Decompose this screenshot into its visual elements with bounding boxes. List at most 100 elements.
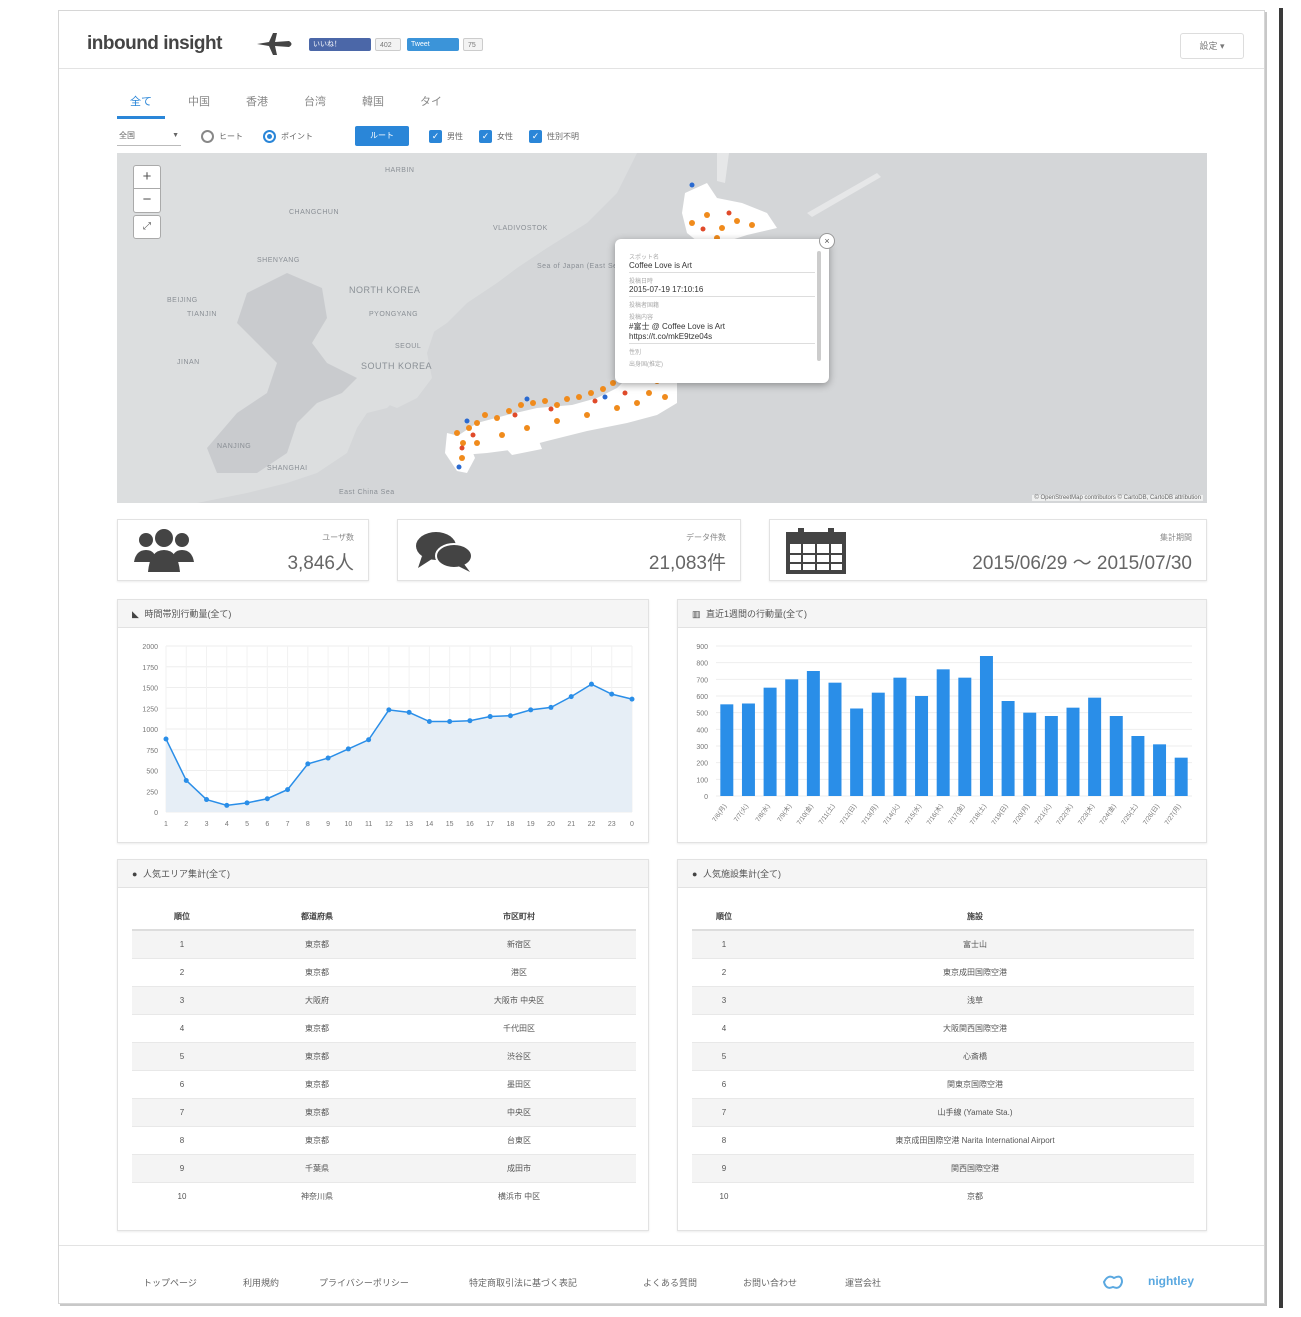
checkbox-unknown-label: 性別不明 (547, 132, 579, 141)
footer-link-contact[interactable]: お問い合わせ (743, 1276, 797, 1289)
table-row: 9 関西国際空港 (692, 1153, 1194, 1182)
tweet-button[interactable]: Tweet (407, 38, 459, 51)
table-cell: 千葉県 (232, 1153, 402, 1182)
x-tick-label: 23 (608, 821, 616, 828)
table-row: 8 東京都 台東区 (132, 1125, 636, 1154)
footer-link-top[interactable]: トップページ (143, 1276, 197, 1289)
table-row: 2 東京成田国際空港 (692, 957, 1194, 986)
map-label-tianjin: TIANJIN (187, 311, 217, 318)
zoom-in-button[interactable]: + (133, 165, 161, 189)
footer-link-tokushoho[interactable]: 特定商取引法に基づく表記 (469, 1276, 577, 1289)
table-cell: 東京都 (232, 1013, 402, 1042)
table-cell: 東京都 (232, 1041, 402, 1070)
x-tick-label: 22 (588, 821, 596, 828)
popup-scrollbar[interactable] (817, 251, 821, 361)
hourly-panel-header: ◣ 時間帯別行動量(全て) (118, 600, 648, 628)
map-label-south-korea: SOUTH KOREA (361, 361, 433, 371)
zoom-out-button[interactable]: − (133, 189, 161, 213)
popup-caption-gender: 性別 (629, 350, 642, 356)
map-label-beijing: BEIJING (167, 297, 198, 304)
x-tick-label: 7/14(火) (882, 803, 901, 826)
data-count-value: 21,083件 (648, 553, 726, 574)
y-tick-label: 400 (696, 727, 708, 734)
tab-taiwan[interactable]: 台湾 (291, 89, 339, 119)
y-tick-label: 500 (696, 711, 708, 718)
x-tick-label: 7/16(木) (924, 802, 945, 826)
radio-point[interactable] (263, 130, 276, 143)
radio-heat[interactable] (201, 130, 214, 143)
table-cell: 東京成田国際空港 (756, 957, 1194, 986)
table-cell: 2 (132, 957, 232, 986)
table-cell: 山手線 (Yamate Sta.) (756, 1097, 1194, 1126)
x-tick-label: 15 (446, 821, 454, 828)
daily-panel: ▥ 直近1週間の行動量(全て) 0 100 200 300 400 500 600 700 80… (677, 599, 1207, 843)
tab-thailand[interactable]: タイ (407, 89, 455, 119)
region-select-value: 全国 (119, 131, 135, 140)
data-point (204, 797, 210, 803)
data-point (548, 704, 554, 710)
area-panel-title: 人気エリア集計(全て) (142, 869, 230, 879)
x-tick-label: 1 (164, 821, 168, 828)
bar (828, 682, 842, 796)
tab-hongkong[interactable]: 香港 (233, 89, 281, 119)
facility-panel-title: 人気施設集計(全て) (702, 869, 781, 879)
table-cell: 9 (132, 1153, 232, 1182)
data-point (305, 761, 311, 767)
close-icon[interactable]: × (819, 233, 835, 249)
users-card: ユーザ数 3,846人 (117, 519, 369, 581)
footer-link-privacy[interactable]: プライバシーポリシー (319, 1276, 409, 1289)
checkbox-male[interactable]: ✓ (429, 130, 442, 143)
table-cell: 墨田区 (402, 1069, 636, 1098)
table-cell: 4 (692, 1013, 756, 1042)
data-point (163, 736, 169, 742)
region-select[interactable]: 全国 ▼ (117, 126, 181, 146)
map-marker-icon: ● (132, 869, 138, 879)
page-frame: inbound insight いいね！ 402 Tweet 75 設定 ▾ 全… (58, 10, 1265, 1304)
table-row: 4 大阪関西国際空港 (692, 1013, 1194, 1042)
land-sakhalin (717, 153, 729, 183)
footer-link-faq[interactable]: よくある質問 (643, 1276, 697, 1289)
facebook-like-button[interactable]: いいね！ (309, 38, 371, 51)
tab-china[interactable]: 中国 (175, 89, 223, 119)
map-label-seoul: SEOUL (395, 343, 422, 350)
checkbox-female[interactable]: ✓ (479, 130, 492, 143)
table-row: 5 東京都 渋谷区 (132, 1041, 636, 1070)
route-button[interactable]: ルート (355, 126, 409, 146)
tab-korea[interactable]: 韓国 (349, 89, 397, 119)
logo[interactable]: inbound insight (87, 33, 222, 55)
data-point (264, 796, 270, 802)
x-tick-label: 7/6(月) (711, 803, 729, 824)
table-row: 5 心斎橋 (692, 1041, 1194, 1070)
table-row: 10 神奈川県 横浜市 中区 (132, 1181, 636, 1210)
x-tick-label: 8 (306, 821, 310, 828)
fullscreen-button[interactable]: ⤢ (133, 215, 161, 239)
area-panel: ● 人気エリア集計(全て) 順位 都道府県 市区町村 1 東京都 新宿区 2 東京都 港区… (117, 859, 649, 1231)
checkbox-female-label: 女性 (497, 132, 513, 141)
x-tick-label: 4 (225, 821, 229, 828)
bar (871, 692, 885, 796)
table-cell: 千代田区 (402, 1013, 636, 1042)
data-point (609, 691, 615, 697)
x-tick-label: 5 (245, 821, 249, 828)
settings-dropdown[interactable]: 設定 ▾ (1180, 33, 1244, 59)
table-row: 9 千葉県 成田市 (132, 1153, 636, 1182)
popup-caption-content: 投稿内容 (629, 315, 654, 321)
bar (785, 679, 799, 796)
y-tick-label: 0 (154, 810, 158, 817)
bar (979, 656, 993, 796)
map-filters: 全国 ▼ ヒート ポイント ルート ✓ 男性 ✓ 女性 ✓ 性別不明 (117, 124, 617, 148)
map-attribution[interactable]: © OpenStreetMap contributors © CartoDB, … (1032, 495, 1203, 501)
nightley-logo[interactable]: nightley (1148, 1274, 1194, 1288)
checkbox-unknown[interactable]: ✓ (529, 130, 542, 143)
x-tick-label: 7/23(木) (1075, 802, 1096, 826)
calendar-icon (786, 528, 846, 574)
footer-link-terms[interactable]: 利用規約 (243, 1276, 279, 1289)
table-cell: 浅草 (756, 985, 1194, 1014)
tab-all[interactable]: 全て (117, 89, 165, 119)
table-cell: 東京都 (232, 957, 402, 986)
bar (1023, 712, 1037, 796)
footer-link-company[interactable]: 運営会社 (845, 1276, 881, 1289)
x-tick-label: 19 (527, 821, 535, 828)
table-cell: 神奈川県 (232, 1181, 402, 1210)
map-label-north-korea: NORTH KOREA (349, 285, 421, 295)
